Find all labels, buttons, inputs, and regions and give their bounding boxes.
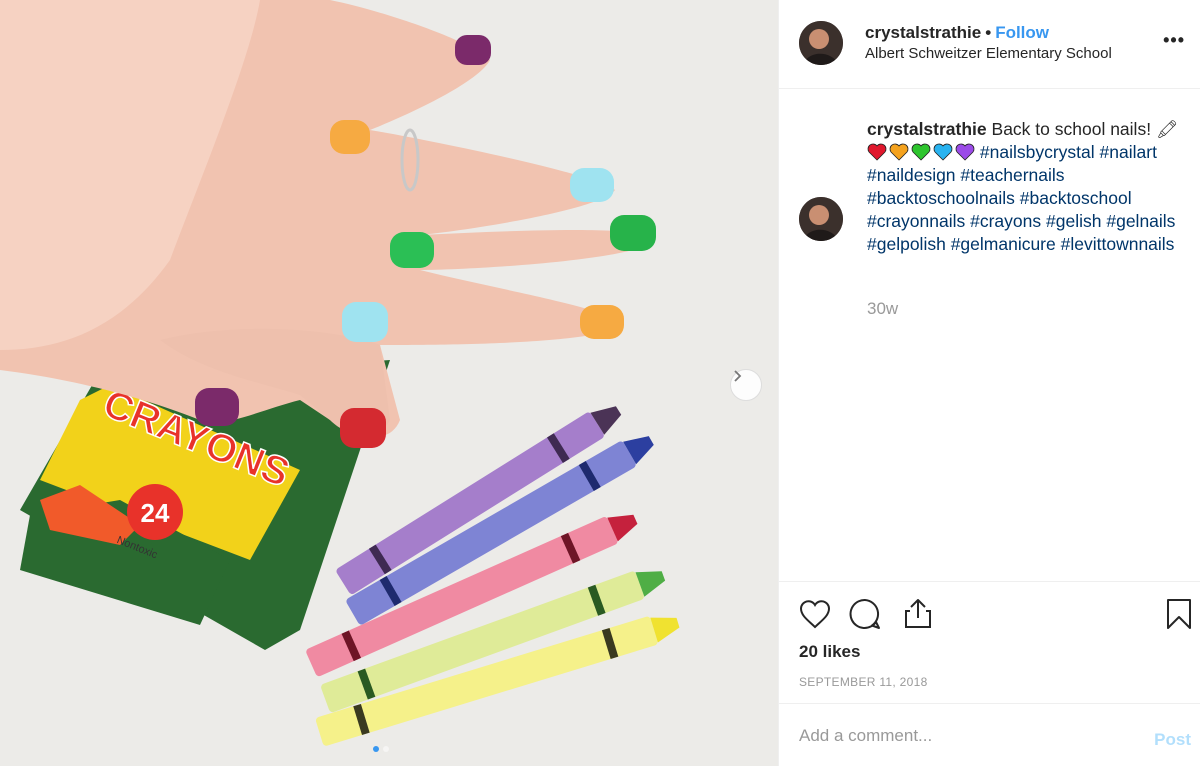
carousel-dot [383, 746, 389, 752]
hashtag-link[interactable]: #crayons [970, 211, 1041, 231]
avatar-image [799, 197, 843, 241]
caption: crystalstrathie Back to school nails! 🖍 … [867, 118, 1185, 256]
hashtag-link[interactable]: #levittownnails [1061, 234, 1175, 254]
hashtag-link[interactable]: #nailart [1100, 142, 1157, 162]
comment-input[interactable] [799, 726, 1129, 746]
next-photo-button[interactable] [730, 369, 762, 401]
post-photo[interactable]: 24 CRAYONS Nontoxic [0, 0, 778, 766]
caption-text: Back to school nails! [991, 119, 1152, 139]
photo-illustration: 24 CRAYONS Nontoxic [0, 0, 778, 766]
heart-purple-icon [955, 143, 975, 161]
carousel-dots [373, 746, 389, 752]
caption-username[interactable]: crystalstrathie [867, 119, 987, 139]
box-count-text: 24 [141, 498, 170, 528]
bookmark-icon [1167, 599, 1191, 629]
hashtag-link[interactable]: #gelish [1046, 211, 1101, 231]
hashtag-link[interactable]: #crayonnails [867, 211, 965, 231]
like-button[interactable] [799, 599, 831, 634]
caption-timestamp[interactable]: 30w [867, 299, 898, 319]
post-date: SEPTEMBER 11, 2018 [799, 675, 928, 689]
carousel-dot-active [373, 746, 379, 752]
post-actions: 20 likes SEPTEMBER 11, 2018 [779, 581, 1200, 703]
hashtag-link[interactable]: #gelpolish [867, 234, 946, 254]
hearts-emoji-row [867, 143, 975, 161]
share-button[interactable] [902, 597, 934, 634]
heart-icon [799, 600, 831, 629]
chevron-right-icon [734, 370, 742, 382]
hashtag-link[interactable]: #gelnails [1106, 211, 1175, 231]
hashtag-link[interactable]: #gelmanicure [951, 234, 1056, 254]
header-user-line: crystalstrathie • Follow [865, 23, 1049, 43]
separator-dot: • [985, 23, 992, 42]
comment-button[interactable] [849, 598, 881, 635]
header-username[interactable]: crystalstrathie [865, 23, 981, 42]
comment-icon [849, 598, 880, 629]
post-header: crystalstrathie • Follow Albert Schweitzer… [779, 0, 1200, 89]
post-sidebar: crystalstrathie • Follow Albert Schweitzer… [778, 0, 1200, 766]
share-icon [905, 599, 931, 628]
heart-blue-icon [933, 143, 953, 161]
hashtag-link[interactable]: #nailsbycrystal [980, 142, 1095, 162]
heart-green-icon [911, 143, 931, 161]
heart-orange-icon [889, 143, 909, 161]
avatar-image [799, 21, 843, 65]
hashtag-link[interactable]: #backtoschool [1020, 188, 1132, 208]
hashtag-link[interactable]: #teachernails [960, 165, 1064, 185]
heart-red-icon [867, 143, 887, 161]
post-comment-button[interactable]: Post [1154, 730, 1191, 750]
hashtag-link[interactable]: #naildesign [867, 165, 956, 185]
comment-bar: Post [779, 703, 1200, 766]
hashtag-link[interactable]: #backtoschoolnails [867, 188, 1015, 208]
more-options-icon[interactable]: ••• [1163, 30, 1185, 51]
caption-avatar[interactable] [799, 197, 843, 241]
follow-button[interactable]: Follow [995, 23, 1049, 42]
pencil-emoji-icon: 🖍 [1155, 119, 1179, 139]
likes-count[interactable]: 20 likes [799, 642, 860, 662]
avatar[interactable] [799, 21, 843, 65]
bookmark-button[interactable] [1165, 598, 1193, 635]
location-link[interactable]: Albert Schweitzer Elementary School [865, 45, 1112, 62]
